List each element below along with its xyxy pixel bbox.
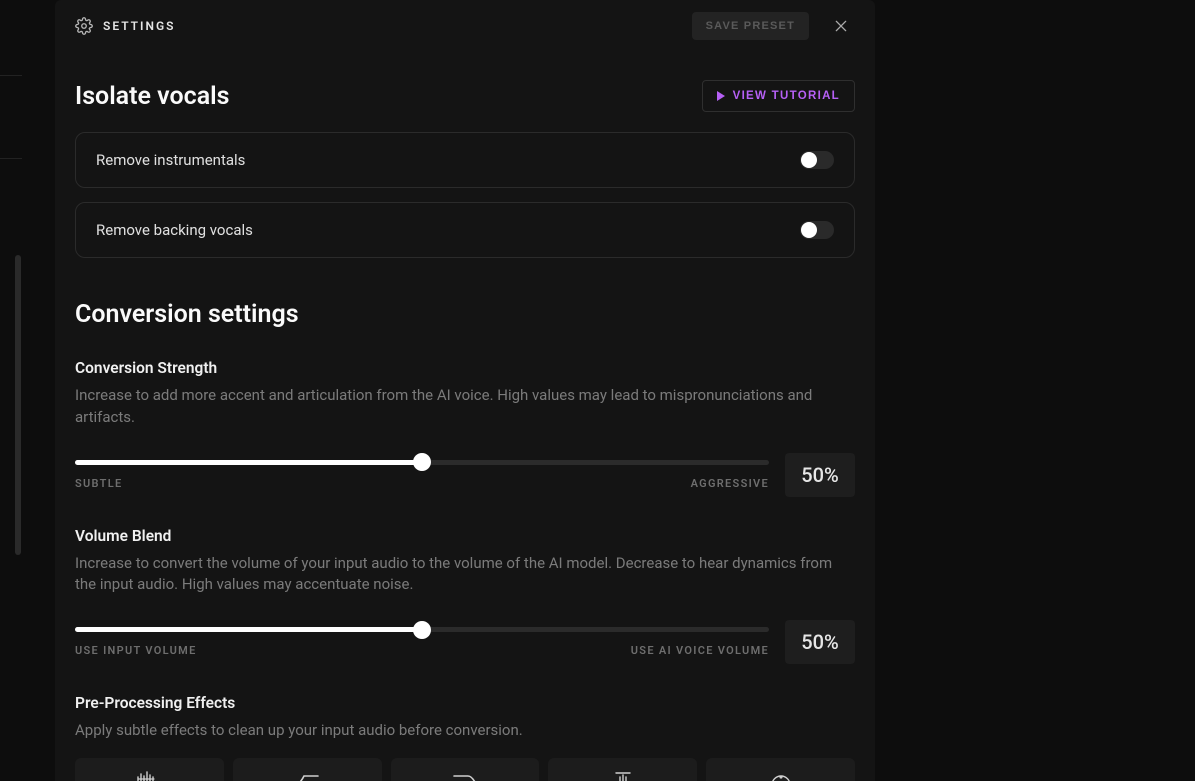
slider-labels: USE INPUT VOLUME USE AI VOICE VOLUME xyxy=(75,644,769,657)
view-tutorial-button[interactable]: VIEW TUTORIAL xyxy=(702,80,855,112)
conversion-strength-desc: Increase to add more accent and articula… xyxy=(75,385,835,429)
volume-blend-block: Volume Blend Increase to convert the vol… xyxy=(75,527,855,665)
slider-fill xyxy=(75,460,422,465)
slider-labels: SUBTLE AGGRESSIVE xyxy=(75,477,769,490)
close-icon xyxy=(833,18,849,34)
volume-blend-value: 50% xyxy=(785,620,855,664)
sidebar-scrollbar[interactable] xyxy=(15,255,21,555)
panel-header: SETTINGS SAVE PRESET xyxy=(55,0,875,52)
effect-pitch-correction[interactable]: Pitch Correction xyxy=(706,758,855,781)
effect-cut-harshness[interactable]: Cut Harshness xyxy=(391,758,540,781)
toggle-label: Remove backing vocals xyxy=(96,221,253,239)
remove-instrumentals-toggle[interactable] xyxy=(800,151,834,169)
conversion-settings-section: Conversion settings Conversion Strength … xyxy=(75,300,855,781)
toggle-remove-instrumentals: Remove instrumentals xyxy=(75,132,855,188)
slider-min-label: USE INPUT VOLUME xyxy=(75,644,197,657)
pitch-correction-icon xyxy=(768,770,794,781)
conversion-strength-slider-row: SUBTLE AGGRESSIVE 50% xyxy=(75,453,855,497)
divider xyxy=(0,75,22,76)
toggle-knob xyxy=(801,152,817,168)
preprocessing-title: Pre-Processing Effects xyxy=(75,694,855,712)
cut-noise-icon xyxy=(136,770,162,781)
effects-row: Cut Noise Cut Rumble xyxy=(75,758,855,781)
volume-blend-desc: Increase to convert the volume of your i… xyxy=(75,553,835,597)
divider xyxy=(0,158,22,159)
preprocessing-desc: Apply subtle effects to clean up your in… xyxy=(75,720,835,742)
panel-title: SETTINGS xyxy=(103,19,682,33)
smooth-volume-icon xyxy=(610,770,636,781)
cut-harshness-icon xyxy=(452,770,478,781)
effect-cut-rumble[interactable]: Cut Rumble xyxy=(233,758,382,781)
toggle-label: Remove instrumentals xyxy=(96,151,245,169)
isolate-vocals-header: Isolate vocals VIEW TUTORIAL xyxy=(75,80,855,112)
conversion-strength-title: Conversion Strength xyxy=(75,359,855,377)
conversion-strength-slider[interactable] xyxy=(75,460,769,465)
toggle-remove-backing-vocals: Remove backing vocals xyxy=(75,202,855,258)
slider-max-label: AGGRESSIVE xyxy=(691,477,769,490)
close-button[interactable] xyxy=(827,12,855,40)
panel-content: Isolate vocals VIEW TUTORIAL Remove inst… xyxy=(55,80,875,781)
sidebar-stub xyxy=(0,0,22,781)
effect-smooth-volume[interactable]: Smooth Volume xyxy=(548,758,697,781)
slider-fill xyxy=(75,627,422,632)
conversion-strength-value: 50% xyxy=(785,453,855,497)
settings-panel: SETTINGS SAVE PRESET Isolate vocals VIEW… xyxy=(55,0,875,781)
volume-blend-slider-row: USE INPUT VOLUME USE AI VOICE VOLUME 50% xyxy=(75,620,855,664)
slider-max-label: USE AI VOICE VOLUME xyxy=(631,644,769,657)
remove-backing-vocals-toggle[interactable] xyxy=(800,221,834,239)
volume-blend-slider[interactable] xyxy=(75,627,769,632)
gear-icon xyxy=(75,17,93,35)
preprocessing-block: Pre-Processing Effects Apply subtle effe… xyxy=(75,694,855,781)
volume-blend-slider-wrap: USE INPUT VOLUME USE AI VOICE VOLUME xyxy=(75,627,769,657)
view-tutorial-label: VIEW TUTORIAL xyxy=(733,90,840,102)
slider-min-label: SUBTLE xyxy=(75,477,123,490)
play-icon xyxy=(717,91,725,101)
conversion-settings-title: Conversion settings xyxy=(75,300,855,329)
conversion-strength-slider-wrap: SUBTLE AGGRESSIVE xyxy=(75,460,769,490)
save-preset-button[interactable]: SAVE PRESET xyxy=(692,12,809,40)
isolate-vocals-title: Isolate vocals xyxy=(75,82,229,111)
conversion-strength-block: Conversion Strength Increase to add more… xyxy=(75,359,855,497)
volume-blend-title: Volume Blend xyxy=(75,527,855,545)
effect-cut-noise[interactable]: Cut Noise xyxy=(75,758,224,781)
slider-thumb[interactable] xyxy=(413,453,431,471)
cut-rumble-icon xyxy=(294,770,320,781)
slider-thumb[interactable] xyxy=(413,621,431,639)
toggle-knob xyxy=(801,222,817,238)
